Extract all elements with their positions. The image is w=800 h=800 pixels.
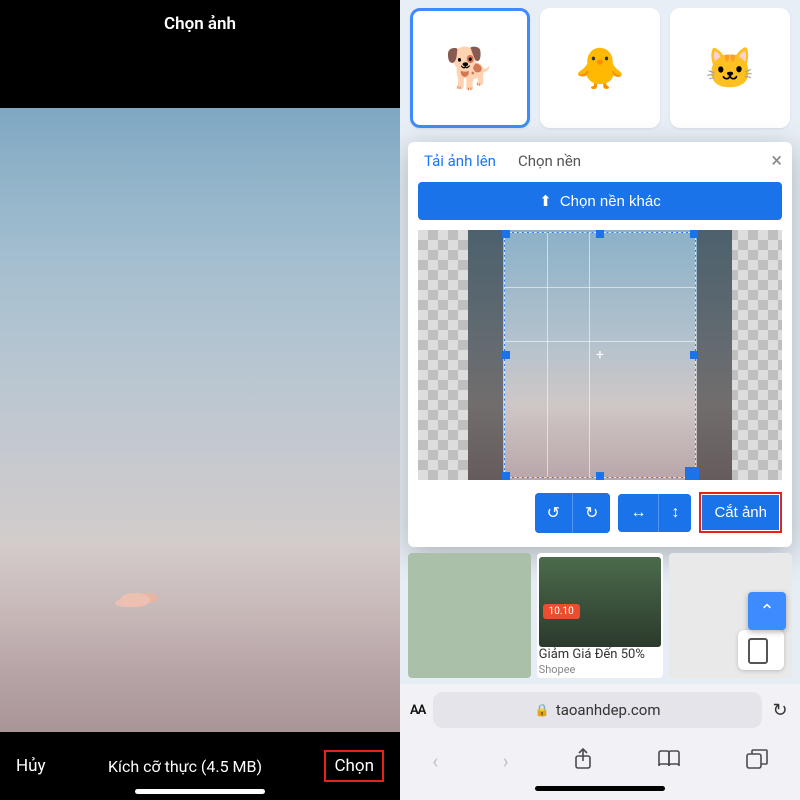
- sticker-chick[interactable]: 🐥: [540, 8, 660, 128]
- home-indicator[interactable]: [135, 789, 265, 794]
- crop-button-highlight: Cắt ảnh: [699, 492, 782, 533]
- sticker-row: 🐕 🐥 🐱: [400, 0, 800, 136]
- close-icon[interactable]: ×: [771, 148, 782, 172]
- home-indicator-right[interactable]: [400, 786, 800, 800]
- text-size-button[interactable]: AA: [410, 703, 425, 718]
- safari-address-bar: AA 🔒 taoanhdep.com ↻: [400, 684, 800, 736]
- choose-other-bg-button[interactable]: ⬆ Chọn nền khác: [418, 182, 782, 220]
- ad-card[interactable]: 10.10 Giảm Giá Đến 50% Shopee: [537, 553, 664, 678]
- crop-handle-tr[interactable]: [690, 230, 698, 238]
- forward-icon[interactable]: ›: [503, 749, 509, 773]
- undo-icon[interactable]: ↺: [535, 493, 572, 533]
- redo-icon[interactable]: ↻: [572, 493, 610, 533]
- plug-icon: [738, 630, 784, 670]
- background-gallery: 10.10 Giảm Giá Đến 50% Shopee: [400, 547, 800, 684]
- crop-dim-right: [697, 230, 732, 480]
- crop-center-icon: +: [596, 347, 604, 363]
- tab-upload[interactable]: Tải ảnh lên: [424, 152, 496, 176]
- url-domain: taoanhdep.com: [556, 701, 661, 719]
- crop-handle-bl[interactable]: [502, 472, 510, 480]
- sticker-cat[interactable]: 🐱: [670, 8, 790, 128]
- phone-left: Chọn ảnh Hủy Kích cỡ thực (4.5 MB) Chọn: [0, 0, 400, 800]
- crop-toolbar: ↺ ↻ ↔ ↕ Cắt ảnh: [418, 492, 782, 533]
- modal-tabs: Tải ảnh lên Chọn nền: [418, 152, 782, 182]
- crop-selection[interactable]: +: [504, 232, 696, 478]
- flip-group: ↔ ↕: [618, 494, 691, 532]
- rotate-group: ↺ ↻: [535, 493, 611, 533]
- cloud-decoration: [120, 593, 150, 607]
- bookmarks-icon[interactable]: [657, 749, 681, 773]
- crop-dim-left: [468, 230, 503, 480]
- lock-icon: 🔒: [535, 703, 550, 717]
- scroll-top-button[interactable]: ⌃: [748, 592, 786, 630]
- crop-canvas[interactable]: +: [418, 230, 782, 480]
- safari-toolbar: ‹ ›: [400, 736, 800, 786]
- upload-icon: ⬆: [539, 192, 552, 210]
- choose-other-bg-label: Chọn nền khác: [560, 193, 661, 210]
- choose-button[interactable]: Chọn: [324, 750, 384, 782]
- flip-vertical-icon[interactable]: ↕: [658, 494, 691, 532]
- crop-button[interactable]: Cắt ảnh: [702, 495, 779, 530]
- size-info: Kích cỡ thực (4.5 MB): [46, 757, 325, 776]
- bg-thumb-1[interactable]: [408, 553, 531, 678]
- upload-modal: × Tải ảnh lên Chọn nền ⬆ Chọn nền khác +: [408, 142, 792, 547]
- ad-title: Giảm Giá Đến 50%: [539, 647, 662, 663]
- crop-handle-left[interactable]: [502, 351, 510, 359]
- crop-handle-right[interactable]: [690, 351, 698, 359]
- back-icon[interactable]: ‹: [432, 749, 438, 773]
- sticker-dog[interactable]: 🐕: [410, 8, 530, 128]
- phone-right: 🐕 🐥 🐱 × Tải ảnh lên Chọn nền ⬆ Chọn nền …: [400, 0, 800, 800]
- picker-title: Chọn ảnh: [0, 0, 400, 48]
- ad-badge: 10.10: [543, 604, 580, 619]
- url-field[interactable]: 🔒 taoanhdep.com: [433, 692, 762, 728]
- cancel-button[interactable]: Hủy: [16, 756, 46, 776]
- tab-background[interactable]: Chọn nền: [518, 152, 581, 176]
- crop-handle-tl[interactable]: [502, 230, 510, 238]
- crop-handle-bottom[interactable]: [596, 472, 604, 480]
- flip-horizontal-icon[interactable]: ↔: [618, 494, 658, 532]
- tabs-icon[interactable]: [746, 749, 768, 774]
- ad-subtitle: Shopee: [539, 663, 662, 676]
- reload-icon[interactable]: ↻: [770, 700, 790, 720]
- share-icon[interactable]: [573, 748, 593, 775]
- photo-preview[interactable]: [0, 108, 400, 732]
- crop-handle-top[interactable]: [596, 230, 604, 238]
- crop-handle-br[interactable]: [685, 467, 699, 480]
- chevron-up-icon: ⌃: [759, 601, 774, 622]
